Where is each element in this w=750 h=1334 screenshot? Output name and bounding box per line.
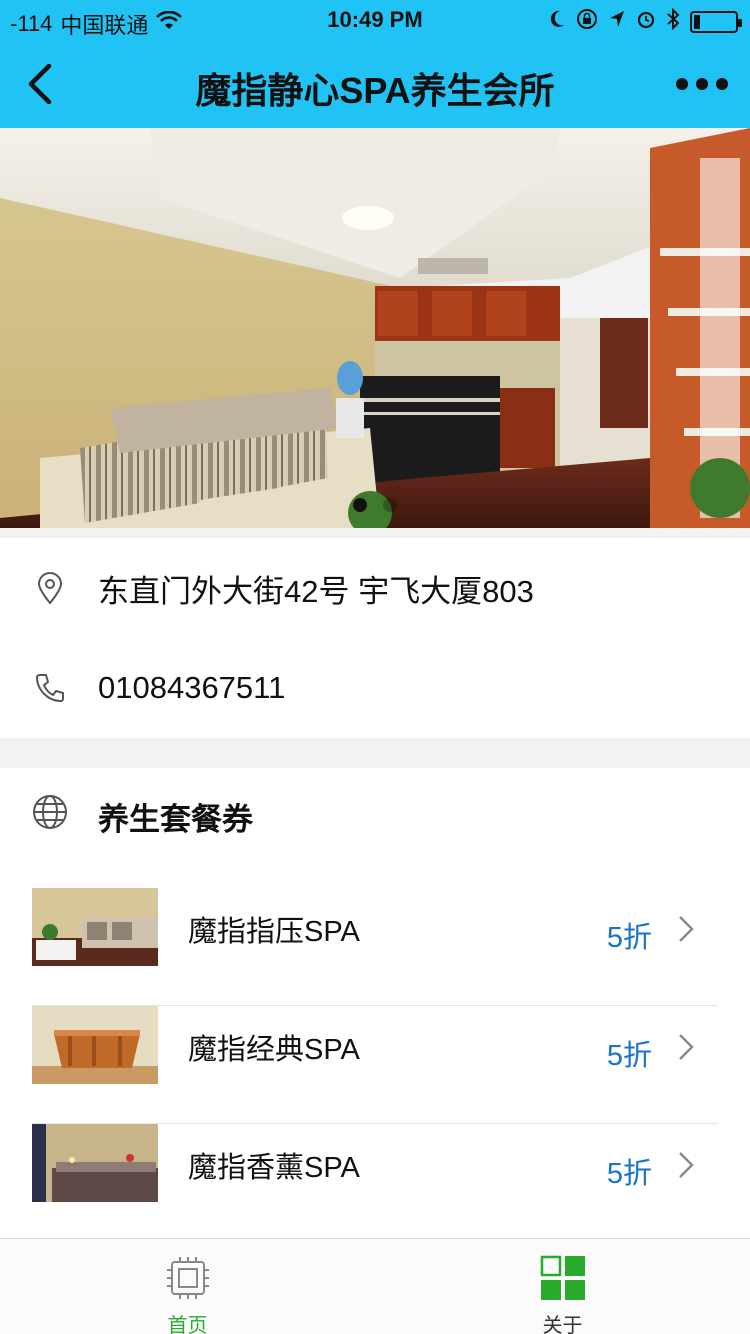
coupon-name: 魔指指压SPA [188,916,360,948]
coupon-section-header: 养生套餐券 [0,768,750,858]
coupon-name: 魔指香薰SPA [188,1152,360,1184]
coupon-thumbnail [32,1124,158,1202]
page-title: 魔指静心SPA养生会所 [195,70,555,111]
coupon-item[interactable]: 魔指香薰SPA 5折 [0,1124,750,1242]
carousel-indicator [0,498,750,512]
rotation-lock-icon [576,8,598,36]
battery-level [694,15,701,29]
coupon-thumbnail [32,888,158,966]
grid-icon [540,1255,586,1301]
phone-icon [32,670,68,706]
banner-carousel[interactable] [0,128,750,528]
banner-image [0,128,750,528]
location-arrow-icon [608,9,626,35]
more-dots-icon [676,78,688,90]
chevron-right-icon [676,1150,696,1180]
tab-about-label: 关于 [542,1315,583,1334]
coupon-item[interactable]: 魔指指压SPA 5折 [0,888,750,1006]
coupon-section: 养生套餐券 魔指指压SPA 5折 魔指经典SPA 5折 魔指香薰SPA 5折 [0,768,750,1242]
moon-icon [548,9,566,35]
address-row[interactable]: 东直门外大街42号 宇飞大厦803 [0,538,750,638]
coupon-discount: 5折 [606,922,652,954]
coupon-item[interactable]: 魔指经典SPA 5折 [0,1006,750,1124]
nav-bar: 魔指静心SPA养生会所 [0,40,750,128]
chevron-right-icon [676,1032,696,1062]
tab-home-label: 首页 [167,1315,208,1334]
coupon-thumbnail [32,1006,158,1084]
coupon-section-title: 养生套餐券 [98,802,253,837]
carousel-dot[interactable] [353,498,367,512]
alarm-icon [636,9,656,35]
location-pin-icon [32,570,68,606]
carousel-dot[interactable] [383,498,397,512]
top-bar: -114 中国联通 10:49 PM 魔指静心SPA养生会所 [0,0,750,128]
coupon-discount: 5折 [606,1040,652,1072]
phone-number: 01084367511 [98,670,286,705]
bluetooth-icon [666,7,680,36]
back-button[interactable] [18,58,62,110]
phone-row[interactable]: 01084367511 [0,638,750,738]
battery-icon [690,11,742,33]
coupon-discount: 5折 [606,1158,652,1190]
bottom-tab-bar: 首页 关于 [0,1238,750,1334]
status-bar: -114 中国联通 10:49 PM [0,0,750,40]
back-arrow-icon [28,64,52,104]
status-right [548,7,742,36]
app-screen: -114 中国联通 10:49 PM 魔指静心SPA养生会所 东直门外大街42号… [0,0,750,1334]
more-dot [696,78,708,90]
coupon-name: 魔指经典SPA [188,1034,360,1066]
tab-home[interactable]: 首页 [0,1239,375,1334]
more-dot [716,78,728,90]
more-button[interactable] [676,68,728,100]
tab-about[interactable]: 关于 [375,1239,750,1334]
chevron-right-icon [676,914,696,944]
address-text: 东直门外大街42号 宇飞大厦803 [98,573,534,609]
store-info-card: 东直门外大街42号 宇飞大厦803 01084367511 [0,538,750,738]
chip-icon [165,1255,211,1301]
globe-icon [32,794,68,830]
